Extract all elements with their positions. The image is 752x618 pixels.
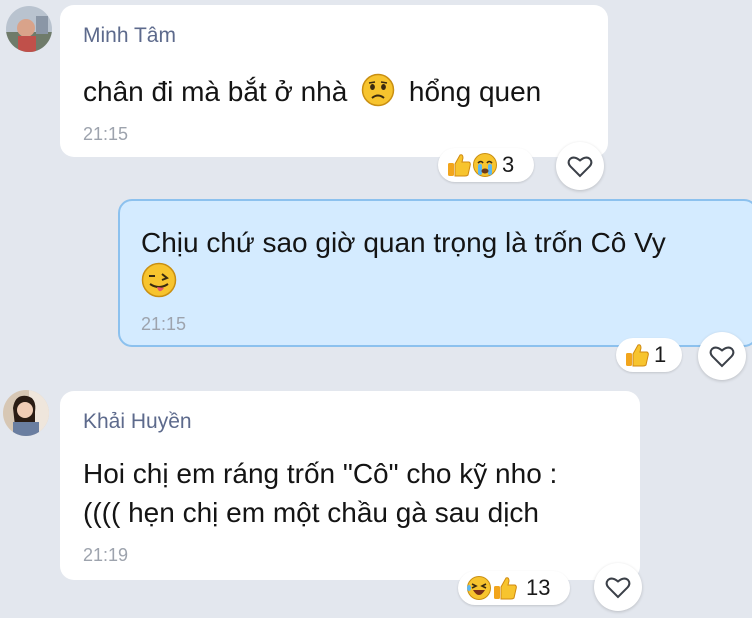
thumbs-up-emoji-icon: [626, 344, 649, 367]
reaction-count: 1: [654, 342, 667, 367]
timestamp: 21:15: [83, 124, 129, 144]
like-button[interactable]: [594, 563, 642, 611]
thumbs-up-emoji-icon: [494, 577, 517, 600]
reaction-count: 3: [502, 152, 515, 177]
heart-icon: [605, 577, 631, 599]
heart-icon: [567, 156, 593, 178]
reaction-count: 13: [526, 575, 551, 600]
like-button[interactable]: [698, 332, 746, 380]
message-text: chân đi mà bắt ở nhà hổng quen: [83, 73, 541, 108]
sender-name[interactable]: Khải Huyền: [83, 410, 192, 434]
reactions-summary[interactable]: 1: [616, 338, 682, 372]
message-text-line: (((( hẹn chị em một chầu gà sau dịch: [83, 497, 539, 528]
avatar-khai-huyen[interactable]: [3, 390, 49, 436]
avatar-minh-tam[interactable]: [6, 6, 52, 52]
heart-icon: [709, 346, 735, 368]
like-button[interactable]: [556, 142, 604, 190]
tongue-face-emoji-icon: [141, 262, 177, 298]
message-text-part: hổng quen: [408, 76, 542, 107]
message-text: Chịu chứ sao giờ quan trọng là trốn Cô V…: [141, 227, 666, 258]
message-text-line: Hoi chị em ráng trốn "Cô" cho kỹ nho :: [83, 458, 558, 489]
laughing-face-emoji-icon: [467, 576, 491, 600]
crying-face-emoji-icon: [473, 153, 497, 177]
sender-name[interactable]: Minh Tâm: [83, 24, 176, 48]
reactions-summary[interactable]: 13: [458, 571, 570, 605]
message-bubble-outgoing[interactable]: [118, 199, 752, 347]
reactions-summary[interactable]: 3: [438, 148, 534, 182]
thumbs-up-emoji-icon: [448, 154, 471, 177]
timestamp: 21:15: [141, 314, 187, 334]
message-text-part: chân đi mà bắt ở nhà: [83, 76, 348, 107]
sad-face-emoji-icon: [361, 73, 395, 107]
timestamp: 21:19: [83, 545, 129, 565]
